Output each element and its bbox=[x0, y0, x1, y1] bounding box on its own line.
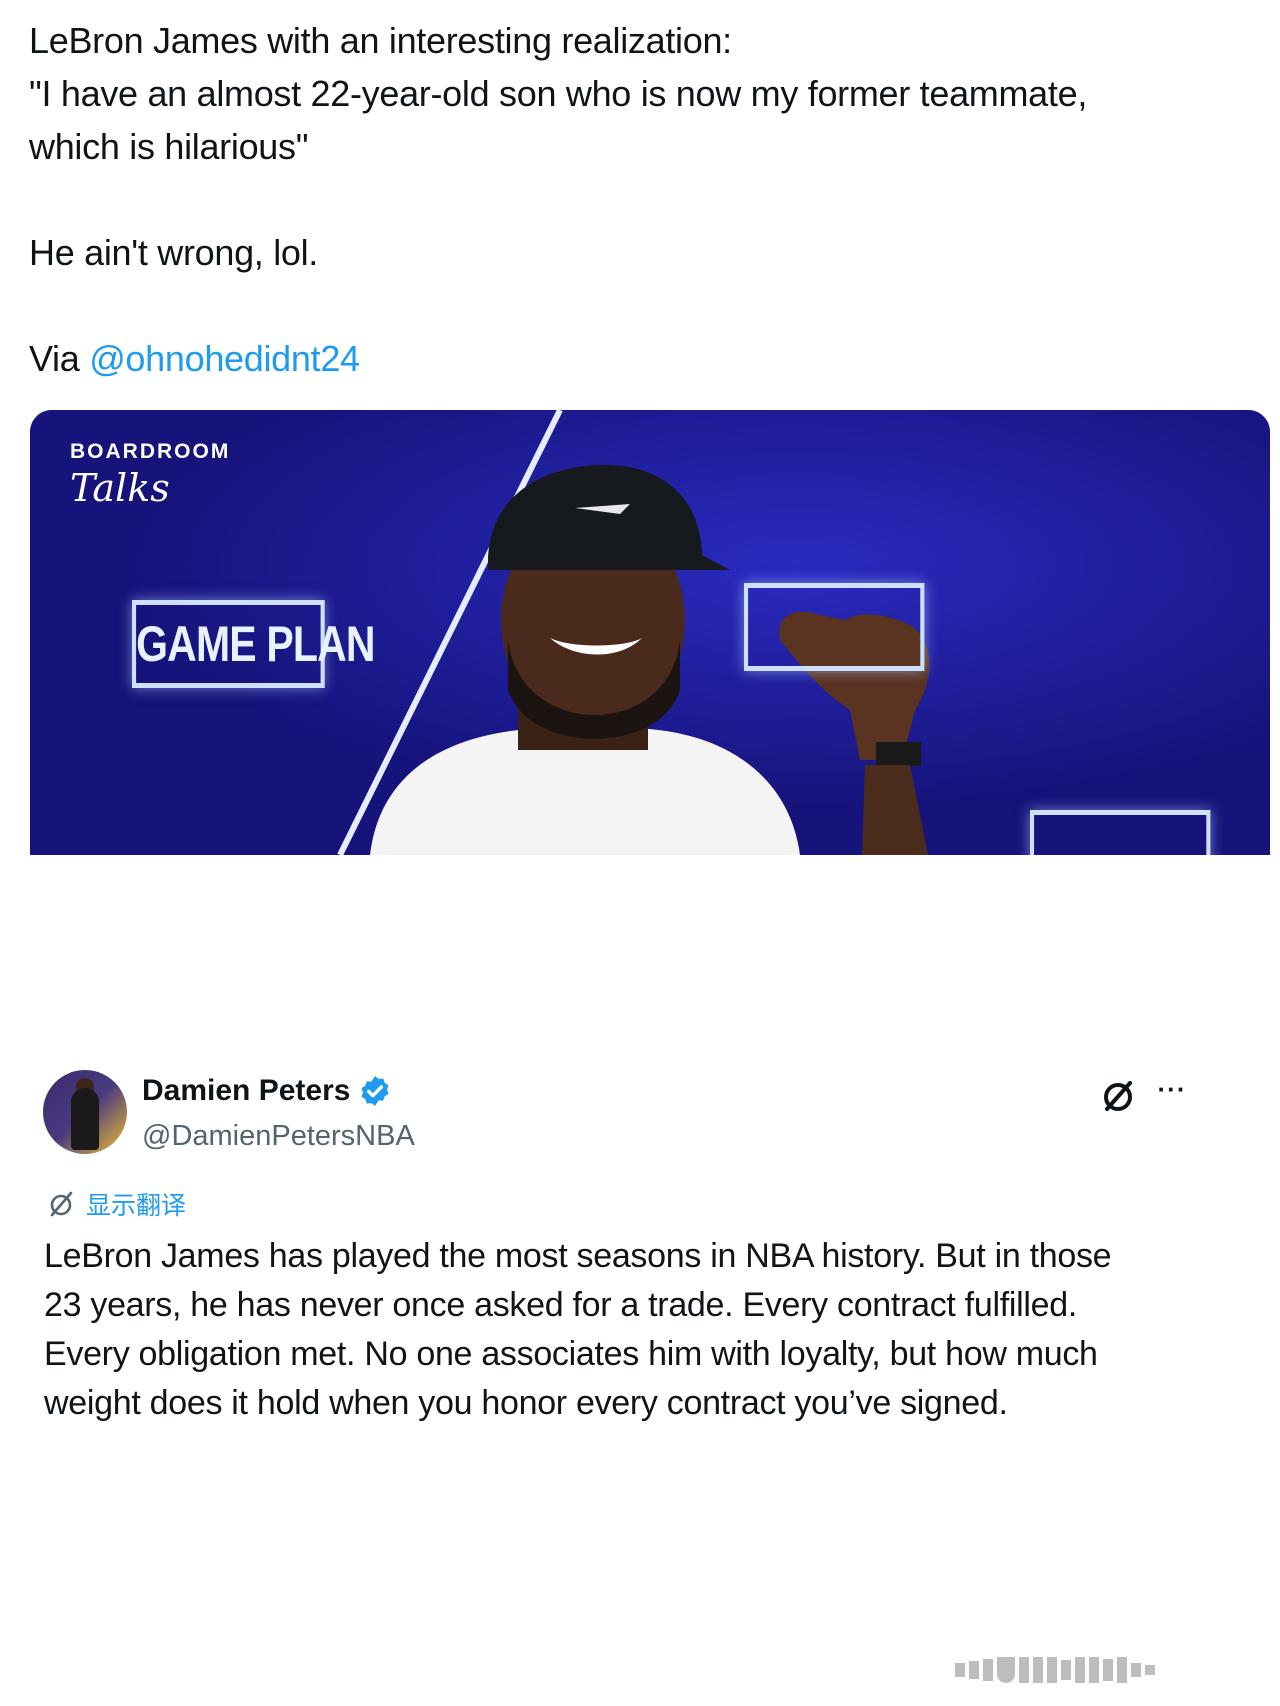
tweet-line: LeBron James has played the most seasons… bbox=[44, 1237, 1112, 1275]
tweet-line: LeBron James with an interesting realiza… bbox=[29, 20, 732, 61]
via-prefix: Via bbox=[29, 338, 90, 379]
grok-icon[interactable] bbox=[1098, 1076, 1138, 1116]
tweet-line: He ain't wrong, lol. bbox=[29, 232, 319, 273]
avatar-figure bbox=[71, 1088, 99, 1150]
game-plan-sign: GAME PLAN bbox=[132, 600, 376, 688]
translate-label[interactable]: 显示翻译 bbox=[86, 1186, 186, 1222]
name-row: Damien Peters bbox=[142, 1074, 392, 1108]
quoted-tweet-text: LeBron James has played the most seasons… bbox=[44, 1232, 1244, 1428]
show-translation-link[interactable]: 显示翻译 bbox=[46, 1186, 186, 1222]
tweet-line: 23 years, he has never once asked for a … bbox=[44, 1286, 1077, 1324]
tweet-text-top: LeBron James with an interesting realiza… bbox=[29, 14, 1229, 385]
watermark bbox=[955, 1650, 1255, 1690]
tweet-line: Every obligation met. No one associates … bbox=[44, 1335, 1098, 1373]
verified-badge-icon bbox=[361, 1076, 389, 1106]
user-handle[interactable]: @DamienPetersNBA bbox=[142, 1120, 415, 1153]
avatar[interactable] bbox=[43, 1070, 127, 1154]
tweet-line: "I have an almost 22-year-old son who is… bbox=[29, 73, 1088, 114]
tweet-line: weight does it hold when you honor every… bbox=[44, 1384, 1008, 1422]
tweet-media-image[interactable]: BOARDROOM Talks GAME PLAN bbox=[30, 410, 1270, 855]
display-name[interactable]: Damien Peters bbox=[142, 1074, 350, 1108]
game-plan-sign-partial bbox=[1030, 810, 1211, 855]
brand-bottom: Talks bbox=[70, 466, 170, 510]
via-line: Via @ohnohedidnt24 bbox=[29, 332, 1229, 385]
brand-top: BOARDROOM bbox=[70, 440, 231, 463]
wristband-shape bbox=[876, 742, 921, 766]
mention-link[interactable]: @ohnohedidnt24 bbox=[89, 338, 360, 379]
game-plan-sign-partial bbox=[744, 583, 925, 671]
more-icon[interactable]: ··· bbox=[1152, 1074, 1192, 1114]
translate-icon bbox=[50, 1191, 73, 1217]
tweet-line: which is hilarious" bbox=[29, 126, 309, 167]
boardroom-talks-logo: BOARDROOM Talks bbox=[70, 440, 230, 510]
